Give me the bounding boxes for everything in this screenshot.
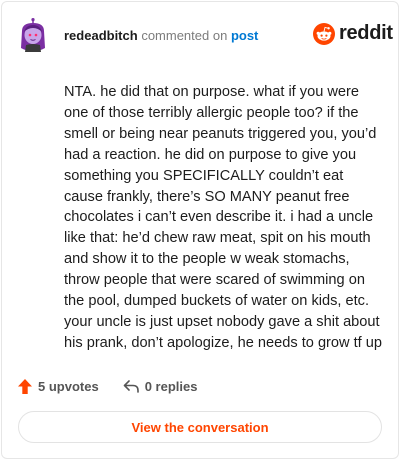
reply-button[interactable]: 0 replies [123, 379, 198, 394]
comment-card: redeadbitch commented on post reddit NTA… [1, 1, 399, 459]
reply-arrow-icon [123, 380, 139, 393]
reply-count: 0 replies [144, 379, 198, 394]
comment-body: NTA. he did that on purpose. what if you… [64, 82, 384, 354]
reddit-logo-icon [313, 22, 335, 45]
comment-header: redeadbitch commented on post [64, 28, 258, 43]
upvote-arrow-icon [18, 379, 32, 394]
username-link[interactable]: redeadbitch [64, 28, 138, 43]
commented-on-text: commented on [141, 28, 228, 43]
snoo-avatar-icon [21, 18, 45, 52]
view-conversation-button[interactable]: View the conversation [18, 411, 382, 443]
post-link[interactable]: post [231, 28, 258, 43]
comment-actions: 5 upvotes 0 replies [18, 379, 197, 394]
reddit-wordmark: reddit [339, 22, 393, 44]
upvote-button[interactable]: 5 upvotes [18, 379, 99, 394]
comment-text: NTA. he did that on purpose. what if you… [64, 84, 383, 351]
upvote-count: 5 upvotes [38, 379, 99, 394]
reddit-logo[interactable]: reddit [313, 22, 393, 45]
avatar[interactable] [18, 18, 48, 52]
